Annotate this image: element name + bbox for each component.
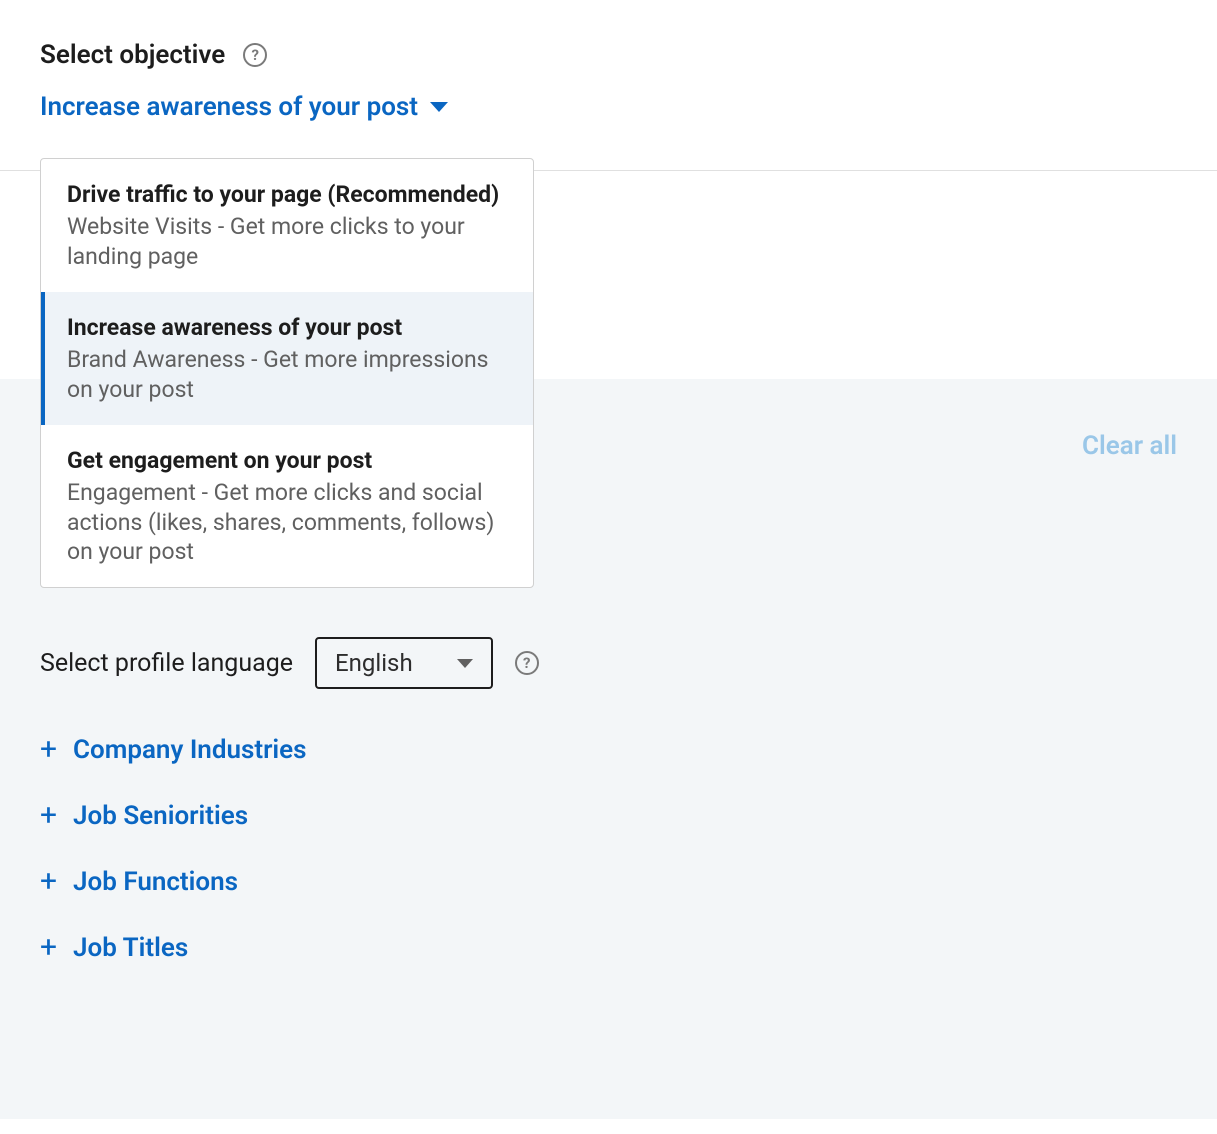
caret-down-icon: [457, 659, 473, 668]
help-icon[interactable]: ?: [515, 651, 539, 675]
caret-down-icon: [430, 102, 448, 112]
objective-option-desc: Engagement - Get more clicks and social …: [67, 478, 507, 568]
plus-icon: +: [40, 735, 57, 765]
objective-dropdown-panel: Drive traffic to your page (Recommended)…: [40, 158, 534, 588]
objective-option-title: Increase awareness of your post: [67, 312, 507, 343]
profile-language-value: English: [335, 649, 413, 677]
attribute-label: Job Seniorities: [73, 801, 248, 831]
objective-option-engagement[interactable]: Get engagement on your post Engagement -…: [41, 425, 533, 588]
profile-language-label: Select profile language: [40, 649, 293, 678]
add-job-seniorities[interactable]: + Job Seniorities: [40, 783, 1177, 849]
attribute-label: Job Functions: [73, 867, 238, 897]
attribute-label: Company Industries: [73, 735, 307, 765]
profile-language-select[interactable]: English: [315, 637, 493, 689]
objective-option-awareness[interactable]: Increase awareness of your post Brand Aw…: [41, 292, 533, 425]
objective-option-title: Get engagement on your post: [67, 445, 507, 476]
objective-section: Select objective ? Increase awareness of…: [0, 0, 1217, 122]
plus-icon: +: [40, 933, 57, 963]
objective-option-desc: Brand Awareness - Get more impressions o…: [67, 345, 507, 405]
add-job-functions[interactable]: + Job Functions: [40, 849, 1177, 915]
profile-language-row: Select profile language English ?: [40, 637, 1177, 689]
objective-label: Select objective: [40, 40, 225, 70]
objective-selected-value: Increase awareness of your post: [40, 92, 418, 122]
clear-all-button[interactable]: Clear all: [1082, 431, 1177, 461]
objective-option-desc: Website Visits - Get more clicks to your…: [67, 212, 507, 272]
objective-label-row: Select objective ?: [40, 40, 1177, 70]
objective-option-drive-traffic[interactable]: Drive traffic to your page (Recommended)…: [41, 159, 533, 292]
objective-option-title: Drive traffic to your page (Recommended): [67, 179, 507, 210]
attribute-label: Job Titles: [73, 933, 188, 963]
add-company-industries[interactable]: + Company Industries: [40, 717, 1177, 783]
help-icon[interactable]: ?: [243, 43, 267, 67]
add-job-titles[interactable]: + Job Titles: [40, 915, 1177, 981]
attribute-list: + Company Industries + Job Seniorities +…: [40, 717, 1177, 981]
plus-icon: +: [40, 801, 57, 831]
objective-dropdown-trigger[interactable]: Increase awareness of your post: [40, 92, 448, 122]
plus-icon: +: [40, 867, 57, 897]
